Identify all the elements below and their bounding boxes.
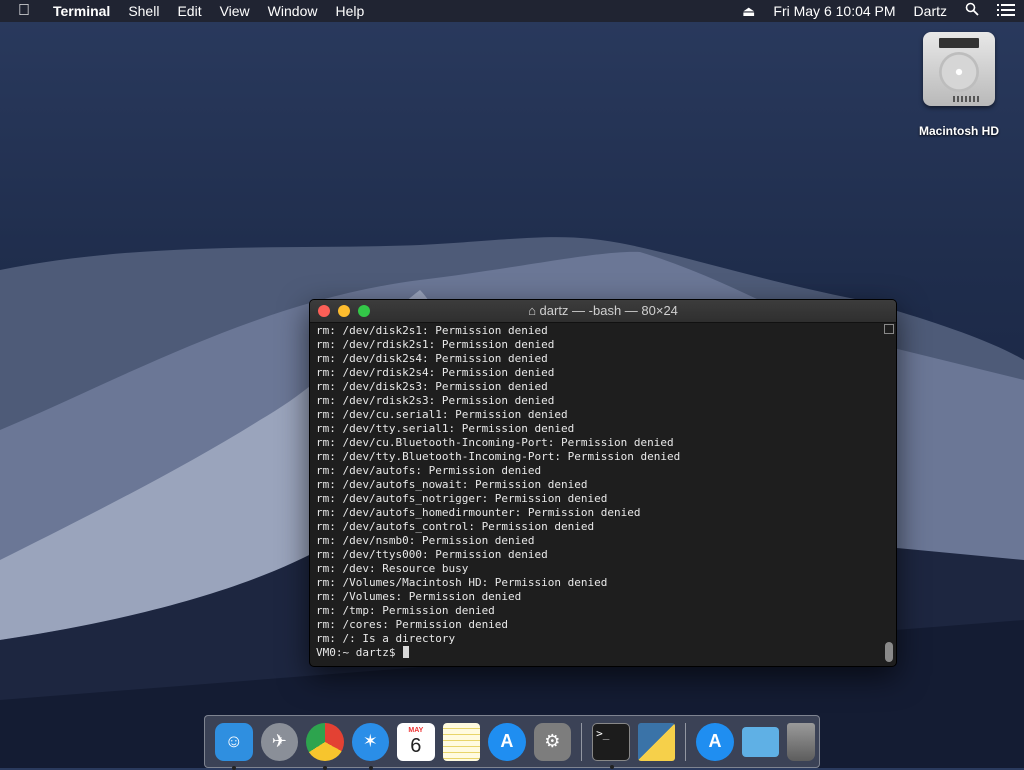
calendar-day: 6 [410,735,422,757]
terminal-line: rm: /dev: Resource busy [316,562,469,575]
terminal-cursor [403,646,410,658]
menu-clock[interactable]: Fri May 6 10:04 PM [764,0,904,22]
terminal-prompt: VM0:~ dartz$ [316,646,403,659]
trash-icon[interactable] [787,722,815,761]
menu-help[interactable]: Help [326,0,373,22]
terminal-line: rm: /dev/ttys000: Permission denied [316,548,548,561]
calendar-month: MAY [408,727,424,734]
terminal-window[interactable]: ⌂ dartz — -bash — 80×24 rm: /dev/disk2s1… [309,299,897,667]
menu-view[interactable]: View [211,0,259,22]
scrollbar-split-icon[interactable] [884,324,894,334]
menu-edit[interactable]: Edit [168,0,210,22]
terminal-icon[interactable]: >_ [592,722,630,769]
terminal-title: ⌂ dartz — -bash — 80×24 [528,303,678,318]
menu-app-terminal[interactable]: Terminal [44,0,119,22]
gear-icon[interactable]: ⚙ [533,722,572,761]
dock-separator [685,722,687,761]
terminal-output[interactable]: rm: /dev/disk2s1: Permission denied rm: /… [316,324,882,664]
folder-icon[interactable] [741,726,780,757]
terminal-line: rm: /dev/rdisk2s1: Permission denied [316,338,555,351]
terminal-line: rm: /dev/rdisk2s4: Permission denied [316,366,555,379]
terminal-titlebar[interactable]: ⌂ dartz — -bash — 80×24 [310,300,896,323]
terminal-line: rm: /dev/autofs_control: Permission deni… [316,520,595,533]
terminal-line: rm: /dev/cu.Bluetooth-Incoming-Port: Per… [316,436,674,449]
terminal-line: rm: /dev/disk2s3: Permission denied [316,380,548,393]
terminal-line: rm: /dev/tty.serial1: Permission denied [316,422,575,435]
terminal-line: rm: /Volumes: Permission denied [316,590,522,603]
appstore-folder-icon[interactable]: A [696,722,734,761]
spotlight-search-icon[interactable] [956,0,988,22]
menu-window[interactable]: Window [259,0,327,22]
terminal-line: rm: /dev/autofs_homedirmounter: Permissi… [316,506,641,519]
terminal-line: rm: /dev/nsmb0: Permission denied [316,534,535,547]
terminal-prompt-line[interactable]: VM0:~ dartz$ [316,646,882,660]
scrollbar-thumb[interactable] [885,642,893,662]
dock: ☺ ✈ ✶ MAY 6 A ⚙ >_ A [204,715,820,770]
terminal-line: rm: /: Is a directory [316,632,456,645]
menu-bar:  Terminal Shell Edit View Window Help ⏏… [0,0,1024,22]
desktop-icon-label: Macintosh HD [918,124,999,138]
apple-menu-icon[interactable]:  [0,2,44,20]
rocket-icon[interactable]: ✈ [260,722,299,761]
notes-icon[interactable] [442,722,481,761]
menu-shell[interactable]: Shell [119,0,168,22]
compass-icon[interactable]: ✶ [351,722,390,770]
terminal-line: rm: /dev/autofs_nowait: Permission denie… [316,478,588,491]
eject-icon[interactable]: ⏏ [733,0,764,22]
terminal-scrollbar[interactable] [884,324,894,664]
menu-user[interactable]: Dartz [905,0,956,22]
home-folder-icon: ⌂ [528,303,540,318]
terminal-line: rm: /tmp: Permission denied [316,604,495,617]
hard-drive-icon [923,32,995,106]
terminal-line: rm: /dev/autofs: Permission denied [316,464,542,477]
dock-separator [581,722,583,761]
calendar-icon[interactable]: MAY 6 [397,722,435,761]
terminal-line: rm: /dev/disk2s4: Permission denied [316,352,548,365]
terminal-line: rm: /dev/disk2s1: Permission denied [316,324,548,337]
terminal-line: rm: /dev/tty.Bluetooth-Incoming-Port: Pe… [316,450,681,463]
python-icon[interactable] [637,722,676,761]
desktop-icon-macintosh-hd[interactable]: Macintosh HD [906,32,1012,138]
terminal-line: rm: /Volumes/Macintosh HD: Permission de… [316,576,608,589]
finder-icon[interactable]: ☺ [215,722,253,770]
appstore-icon[interactable]: A [488,722,526,761]
notification-center-icon[interactable] [988,0,1024,22]
terminal-line: rm: /dev/cu.serial1: Permission denied [316,408,568,421]
terminal-line: rm: /cores: Permission denied [316,618,509,631]
terminal-line: rm: /dev/rdisk2s3: Permission denied [316,394,555,407]
chrome-icon[interactable] [306,722,344,770]
terminal-line: rm: /dev/autofs_notrigger: Permission de… [316,492,608,505]
